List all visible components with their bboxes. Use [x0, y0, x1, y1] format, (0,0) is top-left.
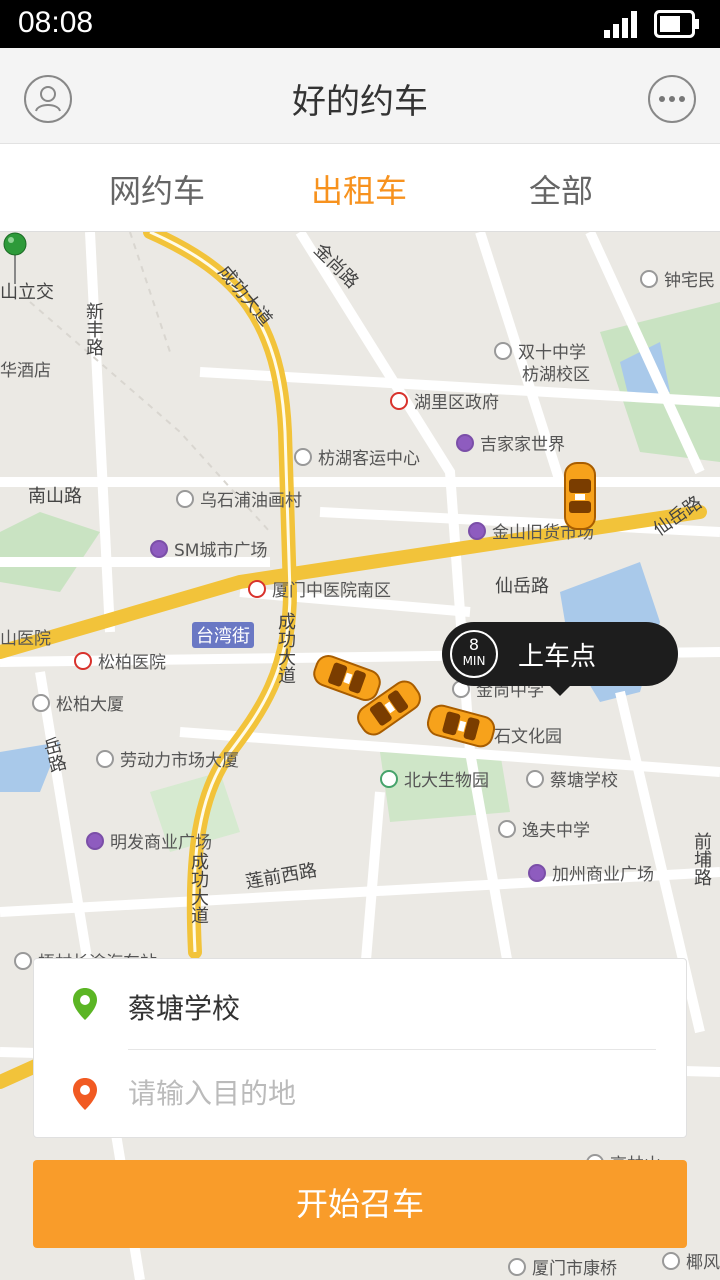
- pickup-point-bubble[interactable]: 8 MIN 上车点: [442, 622, 678, 696]
- map-poi[interactable]: 厦门市康桥: [508, 1254, 617, 1279]
- road-label: 台湾街: [192, 622, 254, 648]
- road-label: 仙岳路: [495, 576, 549, 597]
- status-bar: 08:08: [0, 0, 720, 48]
- eta-number: 8: [468, 635, 480, 654]
- map-poi[interactable]: 蔡塘学校: [526, 766, 618, 791]
- eta-badge: 8 MIN: [450, 630, 498, 678]
- map-poi: 华酒店: [0, 361, 51, 381]
- signal-icon: [604, 11, 637, 38]
- map-poi[interactable]: 加州商业广场: [528, 860, 654, 885]
- map-poi[interactable]: 湖里区政府: [390, 388, 499, 413]
- battery-icon: [654, 10, 699, 38]
- map-poi[interactable]: 枋湖客运中心: [294, 444, 420, 469]
- pickup-label: 上车点: [518, 642, 597, 672]
- map-poi[interactable]: 钟宅民: [640, 266, 715, 291]
- address-card: 蔡塘学校: [33, 958, 687, 1138]
- service-tabs: 网约车 出租车 全部: [0, 144, 720, 232]
- map-poi[interactable]: SM城市广场: [150, 536, 267, 561]
- status-time: 08:08: [18, 6, 94, 39]
- map-poi[interactable]: 椰风: [662, 1248, 720, 1273]
- map-poi[interactable]: 松柏医院: [74, 648, 166, 673]
- pickup-pin-icon[interactable]: [0, 232, 30, 286]
- road-label: 成功大道: [188, 852, 209, 924]
- map-poi[interactable]: 乌石浦油画村: [176, 486, 302, 511]
- destination-row[interactable]: [34, 1049, 688, 1137]
- road-label: 新丰路: [83, 302, 104, 356]
- tab-ride-hailing[interactable]: 网约车: [57, 166, 257, 212]
- map-poi[interactable]: 松柏大厦: [32, 690, 124, 715]
- origin-row[interactable]: 蔡塘学校: [34, 959, 688, 1047]
- start-call-button[interactable]: 开始召车: [33, 1160, 687, 1248]
- map-poi[interactable]: 吉家家世界: [456, 430, 565, 455]
- taxi-car-icon: [564, 462, 596, 530]
- map-poi[interactable]: 北大生物园: [380, 766, 489, 791]
- more-dots-icon: [659, 96, 685, 102]
- map-poi[interactable]: 劳动力市场大厦: [96, 746, 239, 771]
- page-title: 好的约车: [292, 82, 428, 122]
- eta-unit: MIN: [462, 654, 486, 668]
- road-label: 成功大道: [275, 612, 296, 684]
- map-poi: 山医院: [0, 629, 51, 649]
- origin-pin-icon: [73, 988, 97, 1020]
- map-poi: 枋湖校区: [522, 365, 590, 385]
- origin-text: 蔡塘学校: [128, 992, 241, 1025]
- tab-taxi[interactable]: 出租车: [259, 166, 459, 212]
- map-poi[interactable]: 明发商业广场: [86, 828, 212, 853]
- app-header: 好的约车: [0, 48, 720, 144]
- map-poi[interactable]: 厦门中医院南区: [248, 576, 391, 601]
- map-poi[interactable]: 逸夫中学: [498, 816, 590, 841]
- more-button[interactable]: [648, 75, 696, 123]
- destination-input[interactable]: [128, 1071, 648, 1115]
- road-label: 南山路: [28, 486, 82, 507]
- road-label: 前埔路: [691, 832, 712, 886]
- destination-pin-icon: [73, 1078, 97, 1110]
- tab-all[interactable]: 全部: [461, 166, 661, 212]
